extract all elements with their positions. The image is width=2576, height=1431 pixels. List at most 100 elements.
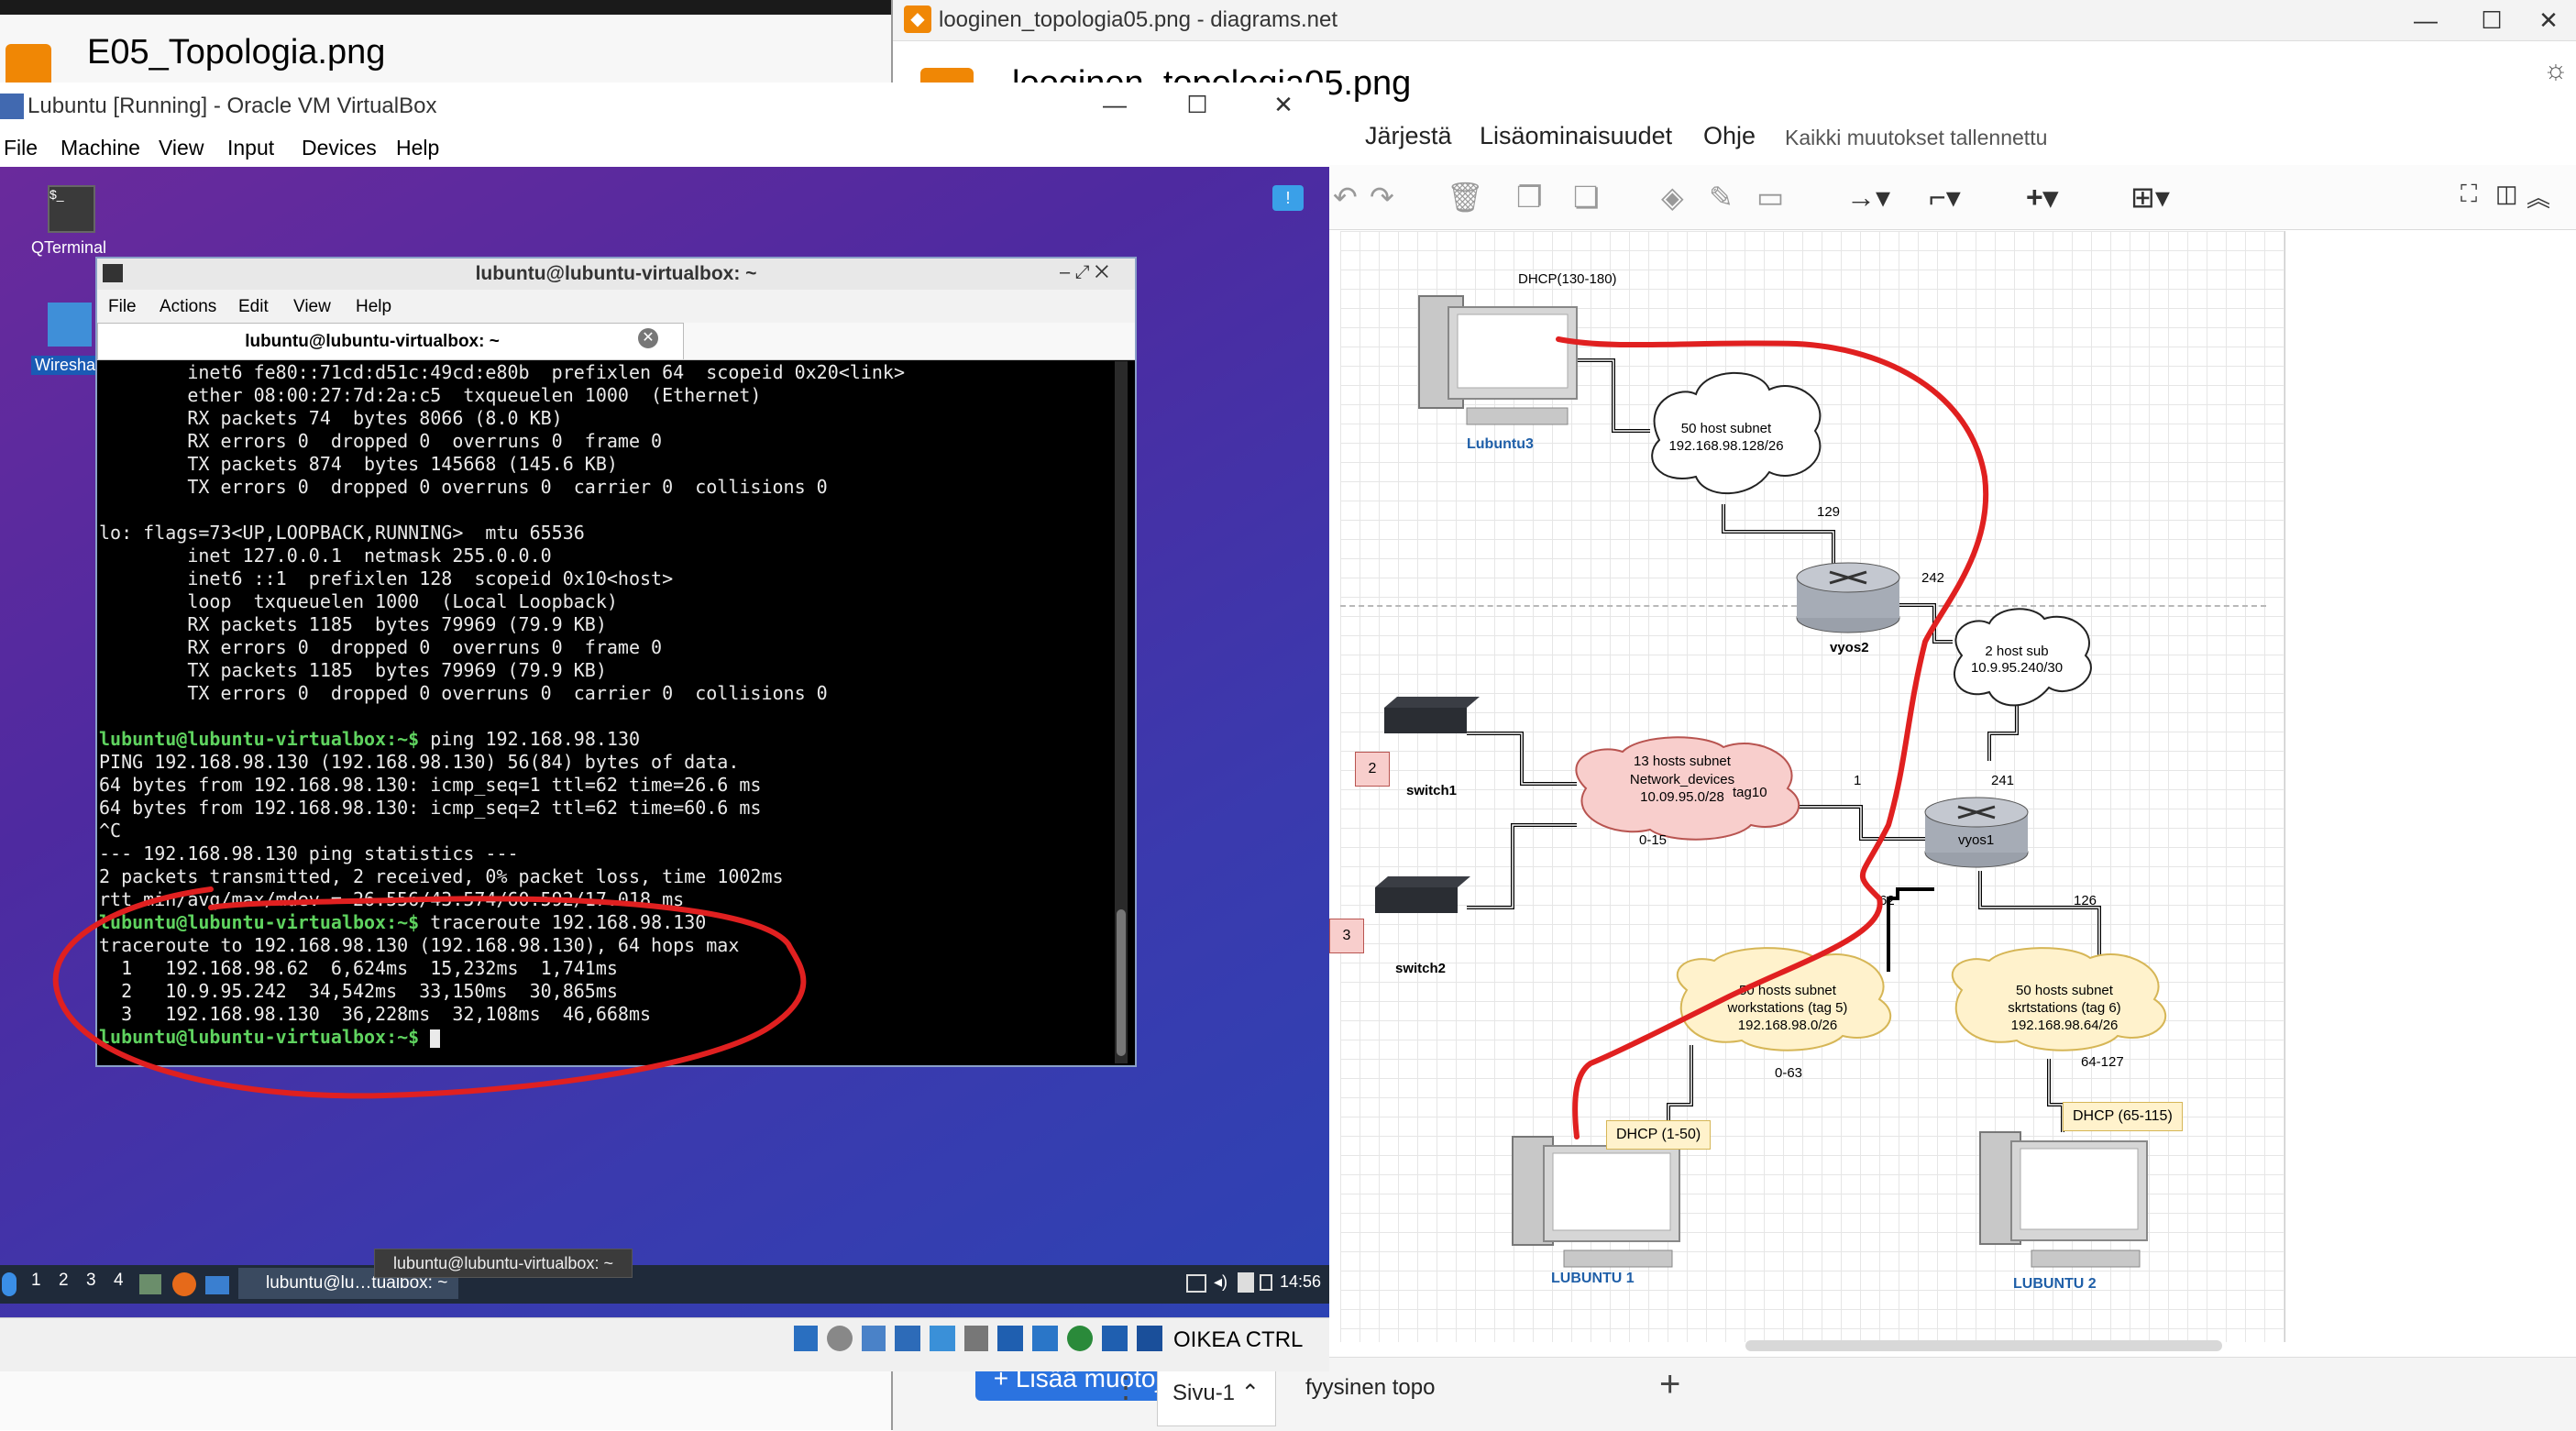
vbox-menu-help[interactable]: Help <box>396 136 439 160</box>
workspace-1[interactable]: 1 <box>31 1271 41 1291</box>
terminal-line-text <box>99 705 110 727</box>
term-menu-view[interactable]: View <box>293 297 331 317</box>
taskbar-tooltip: lubuntu@lubuntu-virtualbox: ~ <box>374 1249 633 1278</box>
terminal-line: ether 08:00:27:7d:2a:c5 txqueuelen 1000 … <box>99 384 1107 407</box>
terminal-line: 3 192.168.98.130 36,228ms 32,108ms 46,66… <box>99 1003 1107 1026</box>
desktop-icon[interactable] <box>205 1276 229 1294</box>
terminal-line: ^C <box>99 820 1107 842</box>
tray-volume-icon[interactable]: ◂) <box>1214 1272 1227 1292</box>
terminal-line-text: traceroute 192.168.98.130 <box>419 911 707 933</box>
terminal-line-text: inet6 ::1 prefixlen 128 scopeid 0x10<hos… <box>99 567 674 589</box>
terminal-line: lubuntu@lubuntu-virtualbox:~$ <box>99 1026 1107 1049</box>
term-menu-edit[interactable]: Edit <box>238 297 269 317</box>
box-number-3: 3 <box>1329 919 1364 953</box>
terminal-prompt: lubuntu@lubuntu-virtualbox:~$ <box>99 728 420 750</box>
terminal-scrollbar-thumb[interactable] <box>1117 909 1126 1056</box>
tray-clipboard-icon[interactable] <box>1238 1272 1254 1293</box>
terminal-line-text <box>419 1026 430 1048</box>
term-menu-file[interactable]: File <box>108 297 137 317</box>
terminal-tab-label[interactable]: lubuntu@lubuntu-virtualbox: ~ <box>97 332 647 352</box>
vbox-minimize-button[interactable]: — <box>1087 88 1142 121</box>
terminal-line: TX errors 0 dropped 0 overruns 0 carrier… <box>99 476 1107 499</box>
terminal-line <box>99 705 1107 728</box>
tray-screen-icon[interactable] <box>1186 1274 1206 1293</box>
terminal-line: TX errors 0 dropped 0 overruns 0 carrier… <box>99 682 1107 705</box>
terminal-line: 64 bytes from 192.168.98.130: icmp_seq=1… <box>99 774 1107 797</box>
status-vt-icon[interactable] <box>1067 1326 1093 1351</box>
terminal-prompt: lubuntu@lubuntu-virtualbox:~$ <box>99 911 420 933</box>
terminal-line-text: TX packets 1185 bytes 79969 (79.9 KB) <box>99 659 607 681</box>
workspace-3[interactable]: 3 <box>86 1271 96 1291</box>
terminal-line-text: TX packets 874 bytes 145668 (145.6 KB) <box>99 453 618 475</box>
host-key-label: OIKEA CTRL <box>1173 1327 1304 1352</box>
virtualbox-app-icon <box>0 94 24 119</box>
cloud-ws6-line2: skrtstations (tag 6) <box>2008 1000 2121 1016</box>
terminal-line: rtt min/avg/max/mdev = 26.556/43.574/60.… <box>99 888 1107 911</box>
terminal-line-text: 64 bytes from 192.168.98.130: icmp_seq=2… <box>99 797 762 819</box>
connector-vyos1-ws5 <box>1887 887 1934 972</box>
terminal-line-text: lo: flags=73<UP,LOOPBACK,RUNNING> mtu 65… <box>99 522 585 544</box>
qterminal-desktop-icon[interactable]: $_ <box>48 185 95 233</box>
box-number-2: 2 <box>1355 752 1390 787</box>
switch1-icon <box>1384 697 1480 733</box>
status-audio-icon[interactable] <box>862 1326 886 1351</box>
wireshark-desktop-icon[interactable] <box>48 303 92 347</box>
qterminal-window: lubuntu@lubuntu-virtualbox: ~ – ⤢ ✕ File… <box>95 257 1137 1067</box>
terminal-line: inet6 ::1 prefixlen 128 scopeid 0x10<hos… <box>99 567 1107 590</box>
terminal-tab-close-icon[interactable]: ✕ <box>638 328 658 348</box>
tray-battery-icon[interactable] <box>1260 1274 1272 1291</box>
terminal-line: traceroute to 192.168.98.130 (192.168.98… <box>99 934 1107 957</box>
terminal-line-text: PING 192.168.98.130 (192.168.98.130) 56(… <box>99 751 740 773</box>
workspace-2[interactable]: 2 <box>59 1271 69 1291</box>
terminal-line: TX packets 1185 bytes 79969 (79.9 KB) <box>99 659 1107 682</box>
status-display-icon[interactable] <box>997 1326 1023 1351</box>
terminal-window-buttons[interactable]: – ⤢ ✕ <box>1060 262 1108 283</box>
label-dhcp-top: DHCP(130-180) <box>1518 271 1617 287</box>
terminal-prompt: lubuntu@lubuntu-virtualbox:~$ <box>99 1026 420 1048</box>
status-optical-icon[interactable] <box>827 1326 853 1351</box>
firefox-icon[interactable] <box>172 1272 196 1296</box>
cloud-ws5-line2: workstations (tag 5) <box>1727 1000 1848 1016</box>
vbox-menu-input[interactable]: Input <box>227 136 274 160</box>
vbox-close-button[interactable]: ✕ <box>1256 88 1311 121</box>
connector-ws6-lubuntu2 <box>2047 1059 2064 1132</box>
cloud-skrtstations-tag6 <box>1951 947 2167 1051</box>
label-vyos1: vyos1 <box>1958 832 1995 848</box>
terminal-line-text: loop txqueuelen 1000 (Local Loopback) <box>99 590 618 612</box>
terminal-line: lo: flags=73<UP,LOOPBACK,RUNNING> mtu 65… <box>99 522 1107 545</box>
terminal-cursor <box>430 1029 441 1048</box>
status-keyboard-icon[interactable] <box>1137 1326 1162 1351</box>
wireshark-label[interactable]: Wiresha <box>31 356 100 375</box>
qterminal-label[interactable]: QTerminal <box>31 238 106 258</box>
label-vyos2: vyos2 <box>1830 640 1869 655</box>
vbox-menu-file[interactable]: File <box>4 136 38 160</box>
status-recording-icon[interactable] <box>1032 1326 1058 1351</box>
term-menu-actions[interactable]: Actions <box>160 297 216 317</box>
terminal-line-text: inet 127.0.0.1 netmask 255.0.0.0 <box>99 545 552 567</box>
status-shared-folder-icon[interactable] <box>964 1326 988 1351</box>
terminal-output[interactable]: inet6 fe80::71cd:d51c:49cd:e80b prefixle… <box>99 361 1107 1063</box>
terminal-line: lubuntu@lubuntu-virtualbox:~$ ping 192.1… <box>99 728 1107 751</box>
label-switch2: switch2 <box>1395 961 1447 976</box>
term-menu-help[interactable]: Help <box>356 297 391 317</box>
status-usb-icon[interactable] <box>930 1326 955 1351</box>
terminal-line: 2 packets transmitted, 2 received, 0% pa… <box>99 865 1107 888</box>
status-disk-icon[interactable] <box>794 1326 818 1351</box>
status-network-icon[interactable] <box>895 1326 920 1351</box>
cloud-workstations-tag5 <box>1676 947 1892 1051</box>
vbox-menu-devices[interactable]: Devices <box>302 136 377 160</box>
status-mouse-icon[interactable] <box>1102 1326 1128 1351</box>
terminal-line-text: TX errors 0 dropped 0 overruns 0 carrier… <box>99 682 828 704</box>
cloud-13-line3: 10.09.95.0/28 <box>1640 789 1724 805</box>
notification-icon[interactable]: ! <box>1272 185 1304 211</box>
terminal-line: inet6 fe80::71cd:d51c:49cd:e80b prefixle… <box>99 361 1107 384</box>
vbox-menu-machine[interactable]: Machine <box>61 136 140 160</box>
guest-taskbar <box>0 1265 1329 1304</box>
vbox-menu-view[interactable]: View <box>159 136 204 160</box>
vbox-maximize-button[interactable]: ☐ <box>1170 88 1225 121</box>
workspace-4[interactable]: 4 <box>114 1271 124 1291</box>
lubuntu-menu-icon[interactable] <box>2 1272 17 1296</box>
file-manager-icon[interactable] <box>139 1274 161 1294</box>
terminal-line: 1 192.168.98.62 6,624ms 15,232ms 1,741ms <box>99 957 1107 980</box>
label-range-0-15: 0-15 <box>1639 832 1668 848</box>
